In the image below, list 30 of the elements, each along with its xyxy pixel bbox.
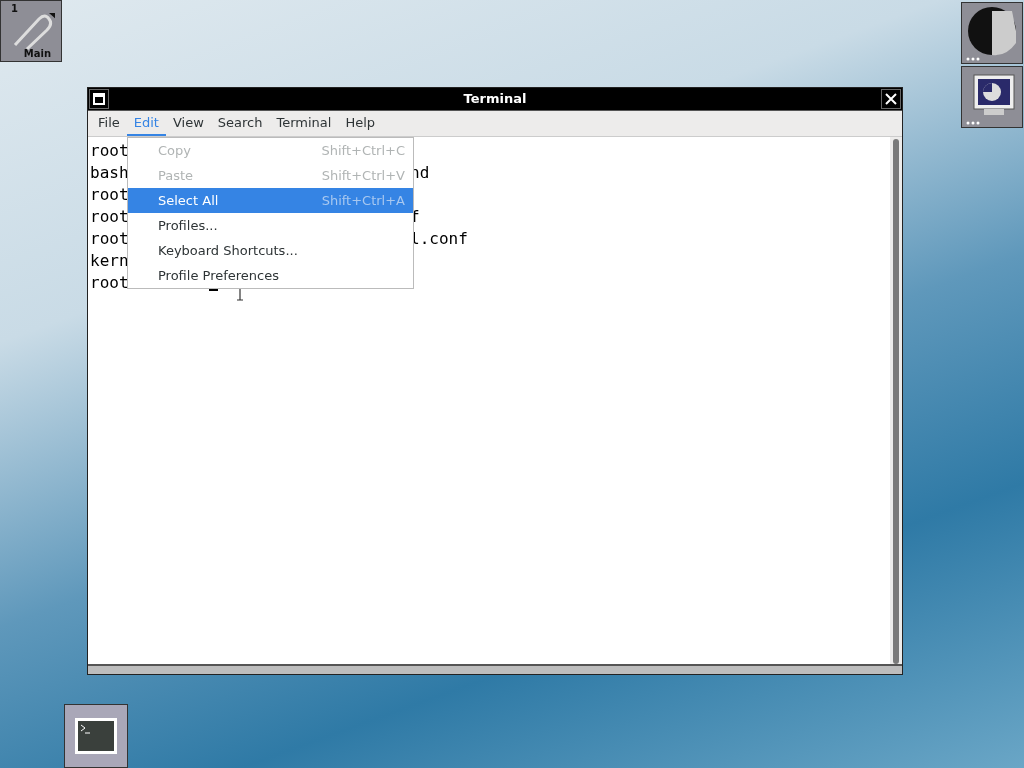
close-icon xyxy=(885,92,897,105)
terminal-text: root xyxy=(90,272,129,295)
workspace-button[interactable]: 1 Main xyxy=(0,0,62,62)
horizontal-scrollbar[interactable] xyxy=(88,664,902,674)
menu-entry[interactable]: Keyboard Shortcuts... xyxy=(128,238,413,263)
terminal-text: kern xyxy=(90,250,129,273)
maximize-button[interactable] xyxy=(89,88,109,109)
menu-entry[interactable]: Profile Preferences xyxy=(128,263,413,288)
taskbar-button[interactable] xyxy=(64,704,128,768)
menu-item[interactable]: Search xyxy=(210,110,270,137)
window-title: Terminal xyxy=(462,91,528,107)
window-icon xyxy=(93,92,105,105)
dock-app-button[interactable] xyxy=(961,66,1023,128)
terminal-icon xyxy=(74,717,118,755)
menu-entry[interactable]: Select All Shift+Ctrl+A xyxy=(128,188,413,213)
workspace-number: 1 xyxy=(11,3,18,14)
terminal-text: root xyxy=(90,228,129,251)
terminal-text: root xyxy=(90,206,129,229)
scrollbar[interactable] xyxy=(890,137,902,665)
menu-item[interactable]: Terminal xyxy=(269,110,339,137)
terminal-text: l.conf xyxy=(410,228,468,251)
terminal-text: root xyxy=(90,184,129,207)
terminal-text: bash xyxy=(90,162,129,185)
menu-item[interactable]: View xyxy=(165,110,211,137)
menu-entry[interactable]: Profiles... xyxy=(128,213,413,238)
close-button[interactable] xyxy=(881,88,901,109)
menu-item[interactable]: File xyxy=(91,110,127,137)
workspace-label: Main xyxy=(23,48,51,59)
menu-item[interactable]: Help xyxy=(338,110,383,137)
terminal-text: root xyxy=(90,140,129,163)
